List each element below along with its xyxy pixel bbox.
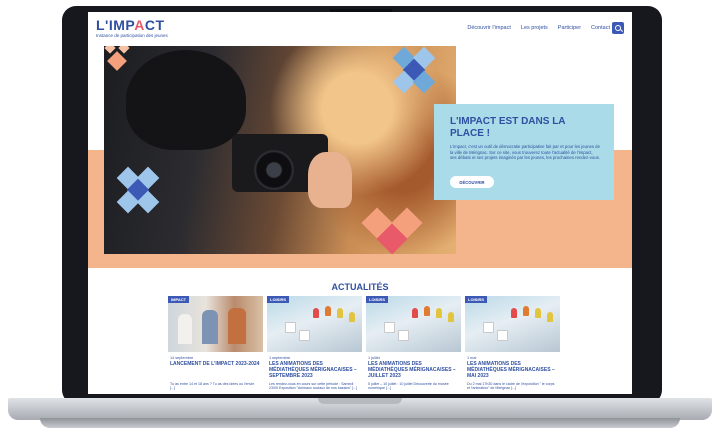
news-card-tag: IMPACT [168,296,190,303]
news-card-title[interactable]: LANCEMENT DE L'IMPACT 2023-2024 [170,361,260,368]
news-card[interactable]: LOISIRS 1 mai LES ANIMATIONS DES MÉDIATH… [465,296,560,392]
laptop-base-shadow [40,418,680,428]
news-card-excerpt: Du 2 mai 17h30 dans le cadre de l'exposi… [467,382,555,391]
news-card-tag: LOISIRS [465,296,488,303]
news-card-date: 14 septembre [170,356,194,360]
news-card-excerpt: Tu as entre 14 et 18 ans ? Tu as des idé… [170,382,255,391]
laptop-base-notch [318,398,402,404]
hero-card: L'IMPACT EST DANS LA PLACE ! L'impact, c… [434,104,614,200]
news-card-image [267,296,362,352]
news-card-date: 1 mai [467,356,477,360]
news-card-excerpt: 5 juillet – 10 juillet : 10 juillet Déco… [368,382,449,391]
photo-hair [126,50,246,150]
nav-item-decouvrir[interactable]: Découvrir l'impact [467,25,511,31]
news-card-tag: LOISIRS [267,296,290,303]
main-nav: Découvrir l'impact Les projets Participe… [467,25,610,31]
site-logo[interactable]: L'IMPACT [96,17,165,33]
news-card-tag: LOISIRS [366,296,389,303]
news-section-title: ACTUALITÉS [331,282,389,292]
news-card-image [366,296,461,352]
site-header: L'IMPACT Instance de participation des j… [88,12,632,44]
search-button[interactable] [612,22,624,34]
news-card-title[interactable]: LES ANIMATIONS DES MÉDIATHÈQUES MÉRIGNAC… [467,361,557,379]
site-tagline: Instance de participation des jeunes [96,33,168,38]
news-card[interactable]: LOISIRS 1 juillet LES ANIMATIONS DES MÉD… [366,296,461,392]
news-card-date: 1 juillet [368,356,380,360]
news-card-title[interactable]: LES ANIMATIONS DES MÉDIATHÈQUES MÉRIGNAC… [368,361,458,379]
hero-photo [104,46,456,254]
photo-hand [308,152,352,208]
nav-item-participer[interactable]: Participer [558,25,581,31]
news-card-excerpt: Les rendez-vous en cours sur cette pério… [269,382,358,391]
news-card[interactable]: LOISIRS 1 septembre LES ANIMATIONS DES M… [267,296,362,392]
hero-description: L'impact, c'est un outil de démocratie p… [450,144,600,161]
logo-text: L'IMPACT [96,17,165,33]
news-card-image [168,296,263,352]
news-card[interactable]: IMPACT 14 septembre LANCEMENT DE L'IMPAC… [168,296,263,392]
news-card-image [465,296,560,352]
discover-button[interactable]: DÉCOUVRIR [450,176,494,188]
news-card-title[interactable]: LES ANIMATIONS DES MÉDIATHÈQUES MÉRIGNAC… [269,361,359,379]
nav-item-projets[interactable]: Les projets [521,25,548,31]
photo-camera-lens [254,150,294,190]
nav-item-contact[interactable]: Contact [591,25,610,31]
news-cards: IMPACT 14 septembre LANCEMENT DE L'IMPAC… [168,296,560,392]
browser-screen: L'IMPACT Instance de participation des j… [88,12,632,394]
hero-title: L'IMPACT EST DANS LA PLACE ! [450,116,566,139]
news-card-date: 1 septembre [269,356,291,360]
